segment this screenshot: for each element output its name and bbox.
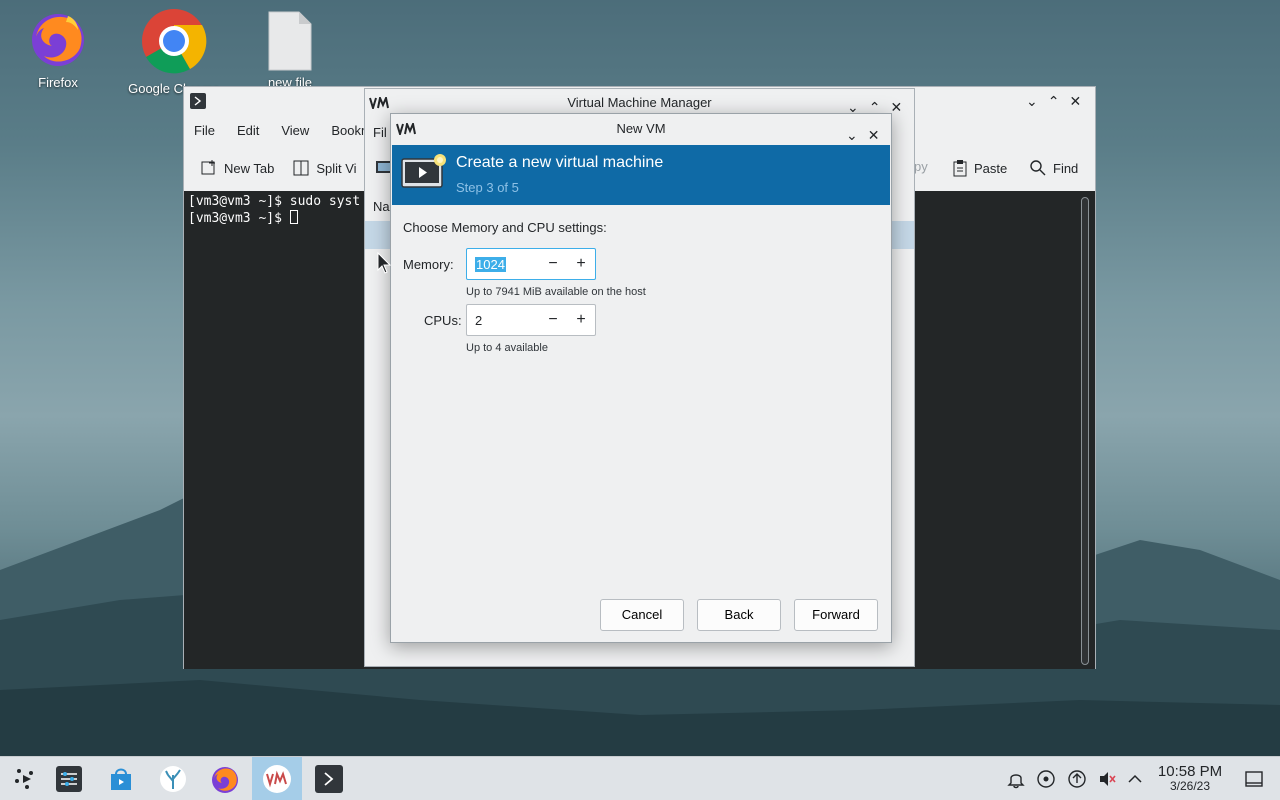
menu-edit[interactable]: Edit	[237, 123, 259, 138]
memory-decrement-button[interactable]: −	[539, 255, 567, 273]
menu-view[interactable]: View	[281, 123, 309, 138]
updates-icon[interactable]	[1067, 769, 1087, 789]
split-view-label: Split Vi	[316, 160, 357, 176]
taskbar-konsole[interactable]	[304, 757, 354, 800]
forward-button[interactable]: Forward	[794, 599, 878, 631]
terminal-icon	[315, 765, 343, 793]
firefox-icon	[212, 767, 238, 793]
dialog-title: New VM	[616, 121, 666, 136]
terminal-cursor	[289, 210, 298, 224]
taskbar: 10:58 PM 3/26/23	[0, 756, 1280, 800]
banner-step: Step 3 of 5	[456, 180, 519, 195]
memory-value: 1024	[475, 256, 506, 272]
cpus-hint: Up to 4 available	[466, 342, 548, 354]
firefox-icon	[32, 14, 84, 66]
new-tab-icon	[201, 160, 215, 175]
volume-muted-icon[interactable]	[1097, 769, 1117, 789]
maximize-icon[interactable]: ⌃	[1048, 93, 1060, 110]
clock-time: 10:58 PM	[1157, 763, 1223, 780]
wizard-banner: Create a new virtual machine Step 3 of 5	[392, 145, 890, 205]
chevron-up-icon[interactable]	[1125, 769, 1145, 789]
paste-label: Paste	[974, 160, 1008, 176]
notifications-icon[interactable]	[1006, 769, 1026, 789]
settings-icon	[56, 766, 82, 792]
paste-icon	[953, 160, 967, 177]
settings-heading: Choose Memory and CPU settings:	[403, 220, 607, 235]
close-icon[interactable]: ✕	[1069, 93, 1081, 110]
cpus-decrement-button[interactable]: −	[539, 311, 567, 329]
clock[interactable]: 10:58 PM 3/26/23	[1150, 763, 1230, 793]
taskbar-virt-manager[interactable]	[252, 757, 302, 800]
find-button[interactable]: Find	[1029, 159, 1078, 177]
coral-icon	[160, 766, 186, 792]
new-tab-label: New Tab	[224, 160, 275, 176]
desktop-icon-new-file[interactable]: new file	[240, 8, 340, 90]
mouse-cursor-icon	[377, 252, 391, 274]
terminal-prompt-text: [vm3@vm3 ~]$	[188, 211, 290, 226]
memory-input[interactable]: 1024	[467, 256, 539, 272]
desktop-icon-chrome[interactable]: Google Chrome	[124, 8, 224, 96]
app-launcher-button[interactable]	[0, 757, 50, 800]
desktop-icon-label: Firefox	[38, 75, 78, 90]
cpus-label: CPUs:	[424, 313, 462, 328]
cpus-input[interactable]: 2	[467, 313, 539, 328]
chrome-icon	[142, 9, 207, 74]
taskbar-app-coral[interactable]	[148, 757, 198, 800]
taskbar-firefox[interactable]	[200, 757, 250, 800]
banner-title: Create a new virtual machine	[456, 154, 664, 171]
close-icon[interactable]: ✕	[890, 93, 902, 121]
taskbar-discover[interactable]	[96, 757, 146, 800]
find-label: Find	[1053, 160, 1079, 176]
memory-increment-button[interactable]: +	[567, 255, 595, 273]
memory-spinbox[interactable]: 1024 − +	[466, 248, 596, 280]
new-tab-button[interactable]: New Tab	[200, 159, 274, 177]
split-view-button[interactable]: Split Vi	[292, 159, 357, 177]
copy-label: py	[914, 159, 928, 174]
new-vm-dialog[interactable]: New VM ⌄ ✕ Create a new virtual machine …	[390, 113, 892, 643]
show-desktop-icon[interactable]	[1244, 769, 1264, 789]
konsole-app-icon	[190, 93, 206, 109]
kdeconnect-icon[interactable]	[1036, 769, 1056, 789]
terminal-scrollbar[interactable]	[1081, 197, 1089, 665]
vmm-app-icon	[263, 765, 291, 793]
paste-button[interactable]: Paste	[952, 159, 1007, 177]
copy-button[interactable]: py	[914, 159, 928, 174]
memory-label: Memory:	[403, 257, 454, 272]
taskbar-settings[interactable]	[44, 757, 94, 800]
cpus-spinbox[interactable]: 2 − +	[466, 304, 596, 336]
back-button[interactable]: Back	[697, 599, 781, 631]
vmm-menu-file[interactable]: Fil	[373, 125, 387, 140]
clock-date: 3/26/23	[1169, 779, 1211, 793]
split-view-icon	[293, 160, 309, 176]
dialog-titlebar[interactable]: New VM ⌄ ✕	[391, 114, 891, 144]
desktop-icon-firefox[interactable]: Firefox	[8, 8, 108, 90]
new-vm-monitor-icon	[401, 154, 446, 188]
store-icon	[111, 768, 131, 790]
menu-file[interactable]: File	[194, 123, 215, 138]
konsole-toolbar: New Tab Split Vi	[200, 159, 375, 177]
memory-hint: Up to 7941 MiB available on the host	[466, 286, 646, 298]
file-icon	[268, 11, 312, 71]
search-icon	[1030, 160, 1046, 176]
vmm-app-icon	[369, 97, 389, 109]
launcher-icon	[15, 769, 33, 789]
vmm-app-icon	[396, 123, 416, 135]
vmm-title: Virtual Machine Manager	[567, 95, 712, 110]
cpus-increment-button[interactable]: +	[567, 311, 595, 329]
minimize-icon[interactable]: ⌄	[1026, 93, 1038, 110]
cancel-button[interactable]: Cancel	[600, 599, 684, 631]
